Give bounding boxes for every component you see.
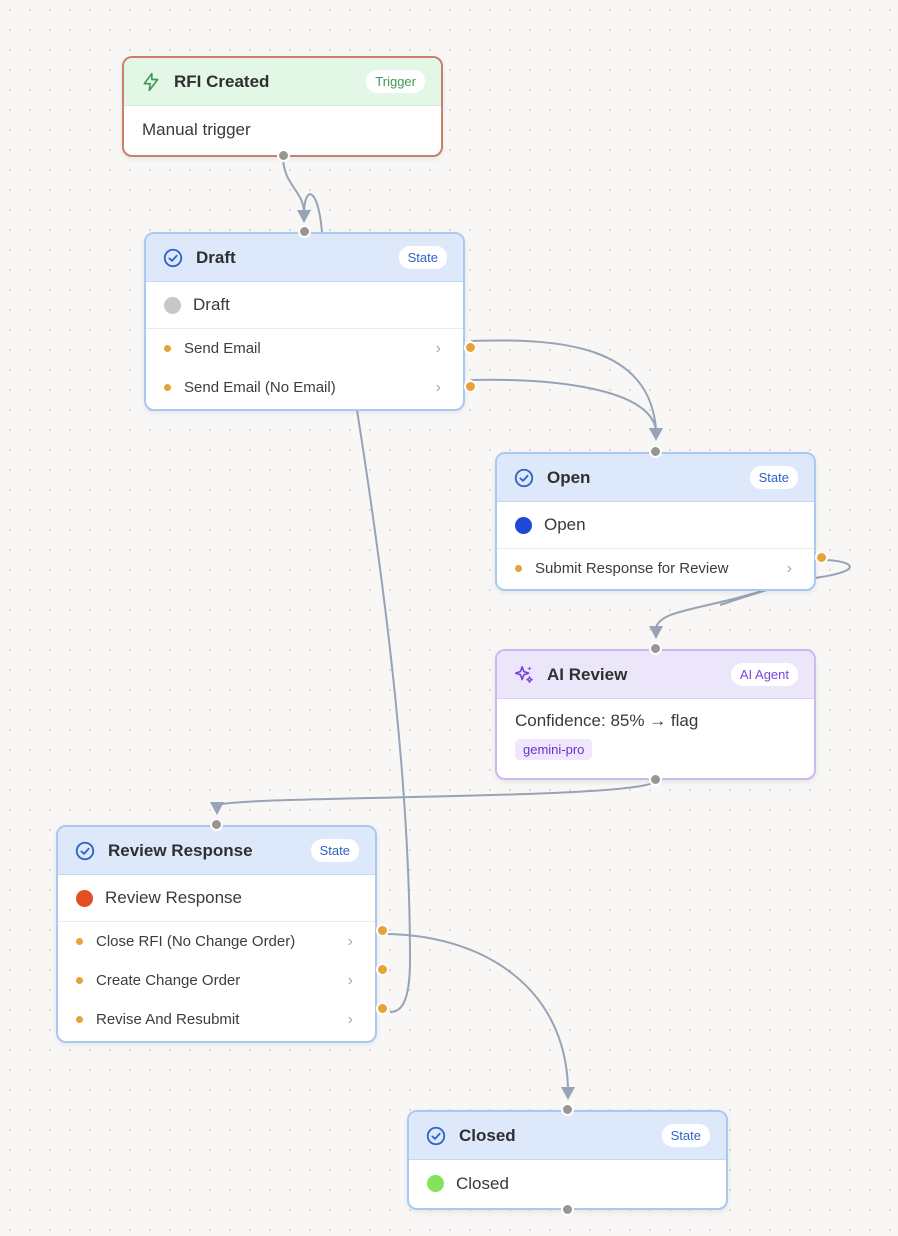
node-type-badge: State: [749, 466, 798, 489]
model-tag: gemini-pro: [515, 739, 593, 760]
action-dot: [164, 384, 171, 391]
check-circle-icon: [513, 467, 535, 489]
chevron-right-icon: ›: [347, 1010, 353, 1028]
arrow-into-review-response: [210, 802, 224, 815]
action-revise-and-resubmit[interactable]: Revise And Resubmit ›: [58, 1000, 389, 1039]
action-output-handle[interactable]: [464, 341, 477, 354]
node-draft[interactable]: Draft State Draft Send Email › Send Emai…: [144, 225, 477, 411]
status-label: Closed: [456, 1173, 509, 1193]
state-status: Closed: [409, 1160, 726, 1207]
node-title: Review Response: [108, 840, 253, 860]
status-color-dot: [164, 296, 181, 314]
node-type-badge: State: [398, 246, 447, 269]
node-header: Open State: [497, 454, 814, 502]
action-dot: [515, 565, 522, 572]
check-circle-icon: [162, 247, 184, 269]
node-header: Closed State: [409, 1112, 726, 1160]
chevron-right-icon: ›: [435, 339, 441, 357]
edge-rfi-created-to-draft[interactable]: [282, 155, 305, 213]
chevron-right-icon: ›: [347, 971, 353, 989]
action-dot: [76, 977, 83, 984]
node-header: Review Response State: [58, 827, 375, 875]
state-status: Draft: [146, 282, 463, 329]
input-handle[interactable]: [649, 642, 662, 655]
node-title: AI Review: [547, 664, 628, 684]
node-type-badge: AI Agent: [730, 663, 798, 686]
node-open[interactable]: Open State Open Submit Response for Revi…: [495, 445, 828, 591]
action-label: Create Change Order: [96, 972, 241, 989]
action-output-handle[interactable]: [815, 551, 828, 564]
action-label: Send Email (No Email): [184, 379, 336, 396]
action-label: Submit Response for Review: [535, 560, 729, 577]
input-handle[interactable]: [210, 818, 223, 831]
input-handle[interactable]: [561, 1103, 574, 1116]
check-circle-icon: [425, 1125, 447, 1147]
node-type-badge: State: [661, 1124, 710, 1147]
arrow-into-closed: [561, 1087, 575, 1100]
status-color-dot: [427, 1175, 444, 1192]
check-circle-icon: [74, 840, 96, 862]
status-color-dot: [515, 516, 532, 534]
state-status: Review Response: [58, 875, 375, 922]
status-label: Draft: [193, 295, 230, 314]
node-closed[interactable]: Closed State Closed: [407, 1103, 728, 1216]
arrow-into-draft: [297, 210, 311, 223]
action-output-handle[interactable]: [376, 1002, 389, 1015]
action-dot: [76, 1016, 83, 1023]
node-review-response[interactable]: Review Response State Review Response Cl…: [56, 818, 389, 1043]
node-type-badge: State: [310, 839, 359, 862]
output-handle[interactable]: [277, 149, 290, 162]
input-handle[interactable]: [298, 225, 311, 238]
agent-confidence-rule: Confidence: 85% → flag: [515, 711, 699, 730]
node-title: Open: [547, 467, 591, 487]
trigger-description: Manual trigger: [142, 119, 251, 139]
input-handle[interactable]: [649, 445, 662, 458]
chevron-right-icon: ›: [347, 932, 353, 950]
arrow-into-ai-review: [649, 626, 663, 639]
action-submit-response-for-review[interactable]: Submit Response for Review ›: [497, 549, 828, 588]
action-label: Revise And Resubmit: [96, 1011, 240, 1028]
sparkles-icon: [513, 664, 535, 686]
action-output-handle[interactable]: [464, 380, 477, 393]
node-title: RFI Created: [174, 71, 270, 91]
status-color-dot: [76, 889, 93, 907]
node-title: Closed: [459, 1125, 516, 1145]
node-header: AI Review AI Agent: [497, 651, 814, 699]
workflow-edges: [210, 155, 851, 1100]
output-handle[interactable]: [649, 773, 662, 786]
node-header: RFI Created Trigger: [124, 58, 441, 106]
action-output-handle[interactable]: [376, 963, 389, 976]
edge-send-email-to-open[interactable]: [470, 339, 657, 431]
action-send-email[interactable]: Send Email ›: [146, 329, 477, 368]
action-create-change-order[interactable]: Create Change Order ›: [58, 961, 389, 1000]
arrow-into-open: [649, 428, 663, 441]
lightning-icon: [140, 71, 162, 93]
node-rfi-created[interactable]: RFI Created Trigger Manual trigger: [122, 56, 443, 162]
status-label: Open: [544, 515, 586, 534]
edge-ai-review-to-review-response[interactable]: [216, 779, 657, 806]
edge-send-email-no-email-to-open[interactable]: [470, 378, 657, 431]
action-output-handle[interactable]: [376, 924, 389, 937]
action-close-rfi-no-change-order[interactable]: Close RFI (No Change Order) ›: [58, 922, 389, 961]
chevron-right-icon: ›: [435, 378, 441, 396]
output-handle[interactable]: [561, 1203, 574, 1216]
action-label: Send Email: [184, 340, 261, 357]
node-header: Draft State: [146, 234, 463, 282]
edge-open-to-ai-review[interactable]: [655, 590, 763, 629]
status-label: Review Response: [105, 888, 243, 907]
action-dot: [76, 938, 83, 945]
node-ai-review[interactable]: AI Review AI Agent Confidence: 85% → fla…: [495, 642, 816, 786]
action-label: Close RFI (No Change Order): [96, 933, 296, 950]
action-send-email-no-email[interactable]: Send Email (No Email) ›: [146, 368, 477, 407]
workflow-canvas[interactable]: RFI Created Trigger Manual trigger Draft…: [0, 0, 898, 1236]
node-title: Draft: [196, 247, 236, 267]
action-dot: [164, 345, 171, 352]
node-type-badge: Trigger: [366, 70, 425, 93]
state-status: Open: [497, 502, 814, 549]
chevron-right-icon: ›: [786, 559, 792, 577]
